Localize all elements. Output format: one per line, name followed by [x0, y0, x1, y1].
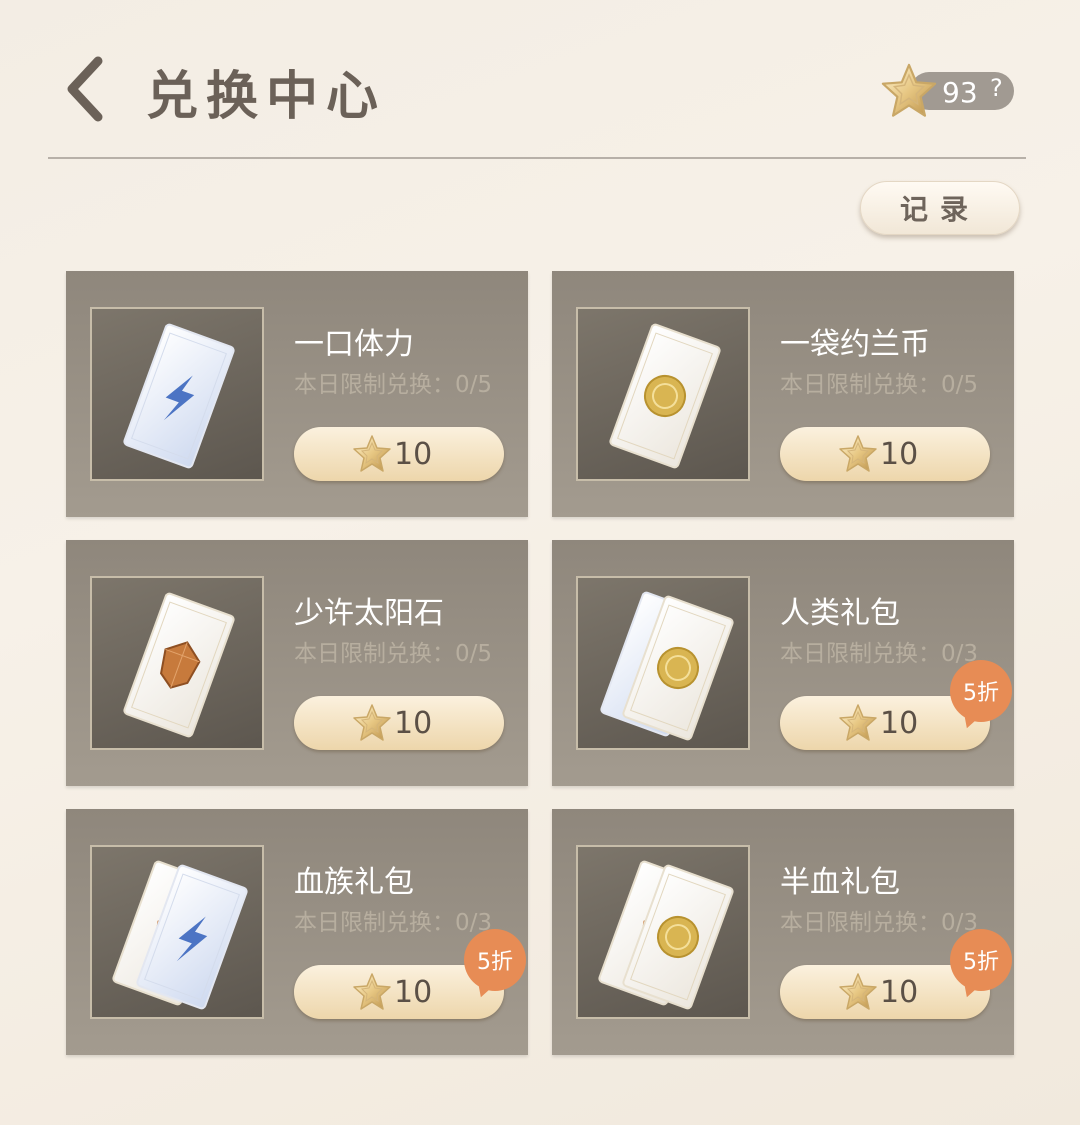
exchange-button[interactable]: 10: [294, 696, 504, 750]
daily-limit: 本日限制兑换：0/5: [294, 372, 493, 398]
price-label: 10: [880, 706, 919, 741]
item-thumbnail: [90, 307, 264, 481]
item-thumbnail: [90, 576, 264, 750]
exchange-card: 半血礼包 本日限制兑换：0/3 10 5折: [552, 809, 1014, 1055]
sunstone-coin-tickets-icon: [598, 860, 734, 1010]
daily-limit: 本日限制兑换：0/3: [780, 910, 979, 936]
item-name: 血族礼包: [294, 865, 414, 900]
price-label: 10: [394, 975, 433, 1010]
item-thumbnail: [576, 845, 750, 1019]
item-thumbnail: [90, 845, 264, 1019]
exchange-card: 血族礼包 本日限制兑换：0/3 10 5折: [66, 809, 528, 1055]
star-currency-icon: [352, 434, 392, 474]
lightning-coin-tickets-icon: [600, 591, 734, 741]
exchange-card: 一口体力 本日限制兑换：0/5 10: [66, 271, 528, 517]
star-currency-icon: [838, 434, 878, 474]
sunstone-lightning-tickets-icon: [112, 860, 248, 1010]
blue-lightning-ticket-icon: [123, 323, 235, 469]
price-label: 10: [880, 437, 919, 472]
exchange-card: 少许太阳石 本日限制兑换：0/5 10: [66, 540, 528, 786]
star-currency-icon: [352, 703, 392, 743]
currency-count: 93: [942, 76, 978, 109]
item-thumbnail: [576, 307, 750, 481]
price-label: 10: [394, 437, 433, 472]
item-name: 半血礼包: [780, 865, 900, 900]
record-button[interactable]: 记录: [860, 181, 1020, 235]
sunstone-ticket-icon: [123, 592, 235, 738]
item-thumbnail: [576, 576, 750, 750]
discount-badge: 5折: [950, 929, 1012, 991]
currency-display: 93 ?: [880, 62, 1020, 122]
item-name: 少许太阳石: [294, 596, 444, 631]
help-icon[interactable]: ?: [990, 74, 1003, 102]
daily-limit: 本日限制兑换：0/3: [294, 910, 493, 936]
discount-badge: 5折: [464, 929, 526, 991]
item-name: 一口体力: [294, 327, 414, 362]
daily-limit: 本日限制兑换：0/3: [780, 641, 979, 667]
discount-badge: 5折: [950, 660, 1012, 722]
star-currency-icon: [838, 972, 878, 1012]
star-currency-icon: [838, 703, 878, 743]
price-label: 10: [394, 706, 433, 741]
price-label: 10: [880, 975, 919, 1010]
daily-limit: 本日限制兑换：0/5: [294, 641, 493, 667]
item-name: 人类礼包: [780, 596, 900, 631]
page-title: 兑换中心: [146, 66, 387, 127]
exchange-card: 人类礼包 本日限制兑换：0/3 10 5折: [552, 540, 1014, 786]
star-currency-icon: [880, 62, 938, 120]
gold-coin-ticket-icon: [609, 323, 721, 469]
exchange-button[interactable]: 10: [780, 427, 990, 481]
header-divider: [48, 157, 1026, 159]
daily-limit: 本日限制兑换：0/5: [780, 372, 979, 398]
star-currency-icon: [352, 972, 392, 1012]
item-name: 一袋约兰币: [780, 327, 930, 362]
back-button[interactable]: [58, 55, 118, 125]
exchange-button[interactable]: 10: [294, 427, 504, 481]
header: 兑换中心 93 ?: [0, 0, 1080, 160]
exchange-card: 一袋约兰币 本日限制兑换：0/5 10: [552, 271, 1014, 517]
chevron-left-icon: [67, 56, 103, 122]
